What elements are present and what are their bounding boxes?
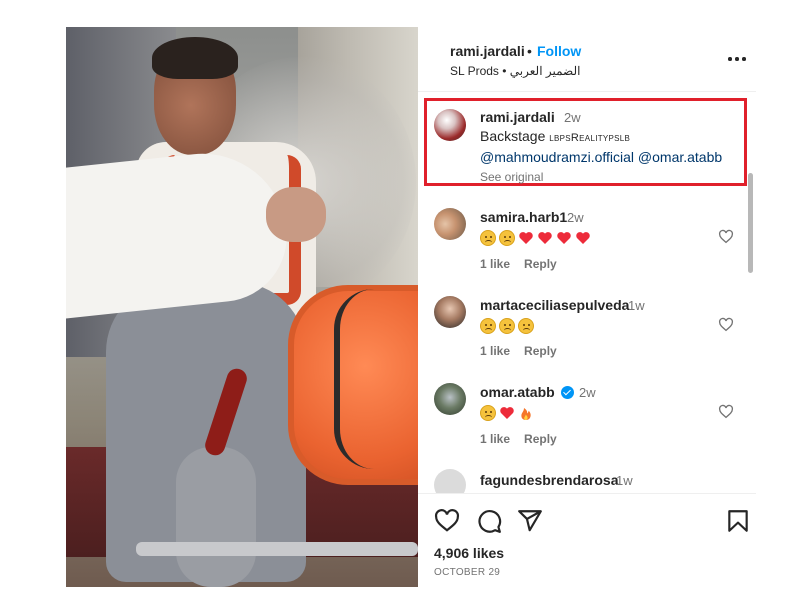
- avatar[interactable]: [434, 383, 466, 415]
- sad-face-emoji-icon: [480, 405, 496, 421]
- comment-username[interactable]: samira.harb1: [480, 209, 567, 225]
- comment-meta: 1 like Reply: [480, 257, 571, 271]
- red-heart-emoji-icon: [519, 232, 533, 244]
- sad-face-emoji-icon: [518, 318, 534, 334]
- reply-button[interactable]: Reply: [524, 432, 557, 446]
- comment-meta: 1 like Reply: [480, 432, 571, 446]
- comment-username[interactable]: omar.atabb: [480, 384, 555, 400]
- see-original-link[interactable]: See original: [480, 170, 543, 184]
- caption-username[interactable]: rami.jardali: [480, 109, 555, 125]
- comment-timestamp: 1w: [616, 473, 633, 488]
- photo-hand: [266, 187, 326, 242]
- comment-emoji-text: [480, 318, 534, 334]
- owner-username[interactable]: rami.jardali: [450, 43, 525, 59]
- caption-text-prefix: Backstage: [480, 128, 550, 144]
- post-header: rami.jardali • Follow SL Prods • الضمير …: [418, 27, 756, 92]
- comment-timestamp: 1w: [628, 298, 645, 313]
- reply-button[interactable]: Reply: [524, 257, 557, 271]
- comments-list[interactable]: rami.jardali 2w Backstage lbpsRealitypsl…: [418, 93, 756, 493]
- sad-face-emoji-icon: [499, 318, 515, 334]
- comment-meta: 1 like Reply: [480, 344, 571, 358]
- red-heart-emoji-icon: [576, 232, 590, 244]
- comment-like-heart-icon[interactable]: [718, 229, 734, 245]
- reply-button[interactable]: Reply: [524, 344, 557, 358]
- caption-stylized-tag: lbpsRealitypslb: [549, 132, 631, 144]
- bookmark-icon[interactable]: [725, 508, 751, 534]
- comment-likes-count[interactable]: 1 like: [480, 432, 510, 446]
- comment-emoji-text: [480, 405, 534, 421]
- avatar[interactable]: [434, 469, 466, 493]
- avatar[interactable]: [434, 109, 466, 141]
- comment-likes-count[interactable]: 1 like: [480, 257, 510, 271]
- comment-like-heart-icon[interactable]: [718, 404, 734, 420]
- post-photo[interactable]: [66, 27, 418, 587]
- post-side-panel: rami.jardali • Follow SL Prods • الضمير …: [418, 27, 756, 587]
- comment-bubble-icon[interactable]: [476, 508, 502, 534]
- comment-likes-count[interactable]: 1 like: [480, 344, 510, 358]
- sad-face-emoji-icon: [499, 230, 515, 246]
- sad-face-emoji-icon: [480, 318, 496, 334]
- photo-girl-leg: [176, 447, 256, 587]
- comment-emoji-text: [480, 230, 591, 246]
- fire-emoji-icon: [521, 408, 531, 420]
- post-subline: SL Prods • الضمير العربي: [450, 64, 581, 78]
- avatar[interactable]: [434, 208, 466, 240]
- red-heart-emoji-icon: [500, 407, 514, 419]
- verified-badge-icon: [561, 386, 574, 399]
- caption-mention-2[interactable]: @omar.atabb: [638, 149, 722, 165]
- comments-scrollbar[interactable]: [748, 173, 753, 273]
- likes-count[interactable]: 4,906 likes: [434, 545, 504, 561]
- photo-boy-hair: [152, 37, 238, 79]
- post-actions-bar: 4,906 likes OCTOBER 29: [418, 493, 756, 587]
- photo-bag-strap: [334, 289, 418, 469]
- comment-like-heart-icon[interactable]: [718, 317, 734, 333]
- caption-timestamp: 2w: [564, 110, 581, 125]
- post-date[interactable]: OCTOBER 29: [434, 567, 500, 578]
- sad-face-emoji-icon: [480, 230, 496, 246]
- red-heart-emoji-icon: [538, 232, 552, 244]
- heart-outline-icon[interactable]: [434, 508, 460, 534]
- header-separator: •: [527, 43, 532, 59]
- caption-mention-1[interactable]: @mahmoudramzi.official: [480, 149, 634, 165]
- comment-timestamp: 2w: [579, 385, 596, 400]
- more-options-icon[interactable]: [726, 47, 748, 69]
- red-heart-emoji-icon: [557, 232, 571, 244]
- comment-username[interactable]: martaceciliasepulveda: [480, 297, 629, 313]
- instagram-post: rami.jardali • Follow SL Prods • الضمير …: [66, 27, 756, 587]
- photo-stretcher-rail: [136, 542, 418, 556]
- caption-text: Backstage lbpsRealitypslb @mahmoudramzi.…: [480, 127, 742, 167]
- comment-username[interactable]: fagundesbrendarosa: [480, 472, 618, 488]
- paper-plane-icon[interactable]: [517, 508, 543, 534]
- follow-button[interactable]: Follow: [537, 43, 581, 59]
- comment-timestamp: 2w: [567, 210, 584, 225]
- avatar[interactable]: [434, 296, 466, 328]
